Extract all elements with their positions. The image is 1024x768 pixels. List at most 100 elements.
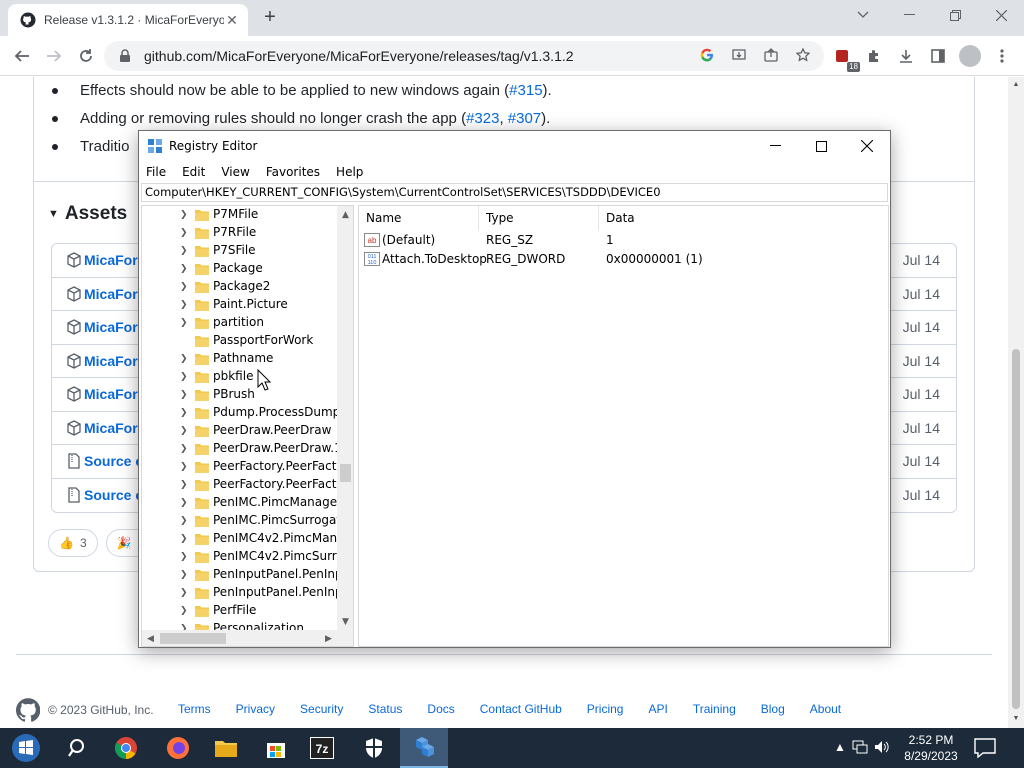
store-icon[interactable]: [252, 728, 300, 768]
registry-key[interactable]: ❯ PeerDraw.PeerDraw: [142, 422, 337, 440]
registry-key[interactable]: ❯ P7RFile: [142, 224, 337, 242]
scroll-up-icon[interactable]: ▲: [337, 206, 353, 223]
tree-hscrollbar-thumb[interactable]: [160, 633, 226, 644]
chevron-right-icon[interactable]: ❯: [180, 422, 188, 440]
registry-key[interactable]: ❯ PeerDraw.PeerDraw.1: [142, 440, 342, 458]
footer-link-training[interactable]: Training: [693, 702, 736, 716]
chevron-right-icon[interactable]: ❯: [180, 386, 188, 404]
reaction-thumbs-up[interactable]: 👍 3: [48, 529, 98, 557]
back-arrow-icon[interactable]: [10, 44, 34, 68]
file-explorer-icon[interactable]: [202, 728, 250, 768]
registry-key[interactable]: ❯ PeerFactory.PeerFactory: [142, 458, 353, 476]
scroll-left-icon[interactable]: ◀: [142, 630, 159, 646]
footer-link-security[interactable]: Security: [300, 702, 343, 716]
chrome-icon[interactable]: [102, 728, 150, 768]
chevron-right-icon[interactable]: ❯: [180, 548, 188, 566]
registry-key[interactable]: ❯ PeerFactory.PeerFactory.1: [142, 476, 353, 494]
registry-key[interactable]: ❯ PenIMC.PimcSurrogate: [142, 512, 349, 530]
scroll-down-icon[interactable]: ▼: [1012, 715, 1020, 722]
registry-key[interactable]: PassportForWork: [142, 332, 337, 350]
page-scrollbar[interactable]: ▲ ▼: [1008, 77, 1024, 728]
footer-link-blog[interactable]: Blog: [761, 702, 785, 716]
reload-icon[interactable]: [74, 44, 98, 68]
chevron-right-icon[interactable]: ❯: [180, 242, 188, 260]
restore-button[interactable]: [932, 0, 978, 30]
volume-icon[interactable]: [874, 740, 890, 757]
share-icon[interactable]: [760, 44, 782, 66]
tab-search-icon[interactable]: [840, 0, 886, 30]
notification-center-icon[interactable]: [974, 738, 996, 758]
regedit-maximize-button[interactable]: [798, 131, 844, 161]
chevron-right-icon[interactable]: ❯: [180, 494, 188, 512]
registry-key[interactable]: ❯ partition: [142, 314, 337, 332]
chevron-right-icon[interactable]: ❯: [180, 206, 188, 224]
regedit-close-button[interactable]: [844, 131, 890, 161]
chevron-right-icon[interactable]: ❯: [180, 350, 188, 368]
chevron-right-icon[interactable]: ❯: [180, 368, 188, 386]
new-tab-button[interactable]: +: [258, 6, 282, 30]
browser-tab[interactable]: Release v1.3.1.2 · MicaForEveryone ✕: [8, 4, 248, 36]
registry-key[interactable]: ❯ Package2: [142, 278, 337, 296]
menu-edit[interactable]: Edit: [182, 162, 205, 182]
footer-link-pricing[interactable]: Pricing: [587, 702, 624, 716]
chevron-right-icon[interactable]: ❯: [180, 224, 188, 242]
registry-editor-taskbar-icon[interactable]: [400, 728, 448, 768]
start-button[interactable]: [2, 728, 50, 768]
menu-favorites[interactable]: Favorites: [266, 162, 320, 182]
tree-scrollbar-thumb[interactable]: [340, 464, 351, 482]
column-header-data[interactable]: Data: [599, 206, 888, 230]
chevron-right-icon[interactable]: ❯: [180, 458, 188, 476]
tab-close-icon[interactable]: ✕: [224, 12, 240, 28]
footer-link-contact-github[interactable]: Contact GitHub: [480, 702, 562, 716]
registry-address-bar[interactable]: Computer\HKEY_CURRENT_CONFIG\System\Curr…: [141, 183, 888, 202]
lock-icon[interactable]: [118, 49, 132, 63]
download-icon[interactable]: [894, 44, 918, 68]
puzzle-icon[interactable]: [862, 44, 886, 68]
footer-link-status[interactable]: Status: [368, 702, 402, 716]
assets-toggle[interactable]: ▼ Assets: [48, 203, 127, 225]
7zip-icon[interactable]: 7z: [298, 728, 346, 768]
menu-help[interactable]: Help: [336, 162, 363, 182]
menu-dots-icon[interactable]: [990, 44, 1014, 68]
registry-key[interactable]: ❯ PenIMC4v2.PimcSurrogate: [142, 548, 353, 566]
registry-key[interactable]: ❯ PenInputPanel.PenInputPanel.1: [142, 584, 353, 602]
chevron-right-icon[interactable]: ❯: [180, 584, 188, 602]
chevron-right-icon[interactable]: ❯: [180, 566, 188, 584]
page-scrollbar-thumb[interactable]: [1012, 349, 1020, 709]
footer-link-about[interactable]: About: [810, 702, 841, 716]
chevron-right-icon[interactable]: ❯: [180, 512, 188, 530]
search-icon[interactable]: [54, 728, 102, 768]
registry-key[interactable]: ❯ PenIMC.PimcManager.1: [142, 494, 352, 512]
chevron-right-icon[interactable]: ❯: [180, 530, 188, 548]
asset-name[interactable]: Source c: [84, 487, 143, 503]
tree-vertical-scrollbar[interactable]: ▲ ▼: [337, 206, 353, 630]
network-icon[interactable]: [852, 740, 868, 757]
google-icon[interactable]: [696, 44, 718, 66]
taskbar-clock[interactable]: 2:52 PM 8/29/2023: [900, 732, 962, 764]
close-button[interactable]: [978, 0, 1024, 30]
github-logo-icon[interactable]: [16, 698, 40, 722]
footer-link-api[interactable]: API: [648, 702, 667, 716]
chevron-right-icon[interactable]: ❯: [180, 440, 188, 458]
chevron-right-icon[interactable]: ❯: [180, 314, 188, 332]
scroll-up-icon[interactable]: ▲: [1012, 81, 1020, 88]
registry-key[interactable]: ❯ pbkfile: [142, 368, 337, 386]
scroll-down-icon[interactable]: ▼: [337, 613, 353, 630]
minimize-button[interactable]: [886, 0, 932, 30]
registry-key[interactable]: ❯ PenInputPanel.PenInputPanel: [142, 566, 353, 584]
registry-key[interactable]: ❯ Pathname: [142, 350, 337, 368]
chevron-right-icon[interactable]: ❯: [180, 296, 188, 314]
registry-key[interactable]: ❯ PenIMC4v2.PimcManager: [142, 530, 353, 548]
tree-horizontal-scrollbar[interactable]: ◀ ▶: [142, 630, 337, 646]
registry-key[interactable]: ❯ Pdump.ProcessDump: [142, 404, 340, 422]
registry-value-row[interactable]: ab (Default) REG_SZ 1: [359, 231, 888, 250]
extension-icon[interactable]: 18: [830, 44, 860, 72]
scroll-right-icon[interactable]: ▶: [320, 630, 337, 646]
registry-key[interactable]: ❯ Paint.Picture: [142, 296, 337, 314]
chevron-right-icon[interactable]: ❯: [180, 278, 188, 296]
chevron-right-icon[interactable]: ❯: [180, 602, 188, 620]
footer-link-docs[interactable]: Docs: [427, 702, 454, 716]
registry-key[interactable]: ❯ PBrush: [142, 386, 337, 404]
issue-link[interactable]: #315: [509, 82, 542, 99]
side-panel-icon[interactable]: [926, 44, 950, 68]
